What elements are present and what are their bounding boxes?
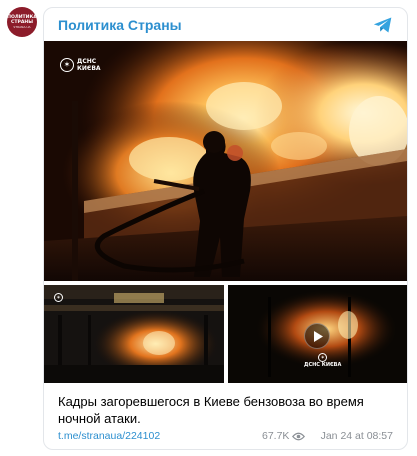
watermark-right-line2: КИЄВА bbox=[321, 362, 342, 368]
avatar-domain: STRANA.UA bbox=[13, 25, 31, 29]
post-link[interactable]: t.me/stranaua/224102 bbox=[58, 430, 160, 442]
fire-scene-illustration bbox=[44, 41, 407, 281]
channel-name-link[interactable]: Политика Страны bbox=[58, 17, 182, 33]
post-footer: t.me/stranaua/224102 67.7K Jan 24 at 08:… bbox=[44, 430, 407, 448]
emblem-icon: ✶ bbox=[318, 353, 328, 362]
video-thumbnail[interactable]: ✶ ДСНС КИЄВА bbox=[228, 285, 407, 383]
post-card: Политика Страны ✶ ДСНС КИЄВА ✶ ✶ ДСНС КИ… bbox=[43, 7, 408, 450]
emblem-icon: ✶ bbox=[60, 58, 74, 72]
play-icon bbox=[314, 331, 323, 342]
thumbnail-photo-left[interactable]: ✶ bbox=[44, 285, 224, 383]
channel-avatar[interactable]: ПОЛИТИКА СТРАНЫ STRANA.UA bbox=[7, 7, 37, 37]
view-count-value: 67.7K bbox=[262, 430, 290, 442]
watermark-right: ✶ ДСНС КИЄВА bbox=[304, 353, 341, 368]
gas-station-illustration bbox=[44, 285, 224, 383]
view-count: 67.7K bbox=[262, 430, 306, 442]
watermark-right-line1: ДСНС bbox=[304, 362, 320, 368]
post-caption: Кадры загоревшегося в Киеве бензовоза во… bbox=[58, 394, 364, 426]
telegram-icon[interactable] bbox=[373, 16, 393, 34]
eye-icon bbox=[292, 432, 306, 440]
emblem-icon: ✶ bbox=[54, 293, 63, 302]
post-header: Политика Страны bbox=[44, 8, 407, 41]
watermark-left: ✶ bbox=[54, 293, 63, 302]
watermark: ✶ ДСНС КИЄВА bbox=[60, 58, 101, 72]
watermark-line2: КИЄВА bbox=[77, 65, 101, 72]
post-date[interactable]: Jan 24 at 08:57 bbox=[321, 430, 393, 442]
play-button[interactable] bbox=[304, 323, 330, 349]
main-photo[interactable]: ✶ ДСНС КИЄВА bbox=[44, 41, 407, 281]
watermark-line1: ДСНС bbox=[77, 58, 97, 65]
